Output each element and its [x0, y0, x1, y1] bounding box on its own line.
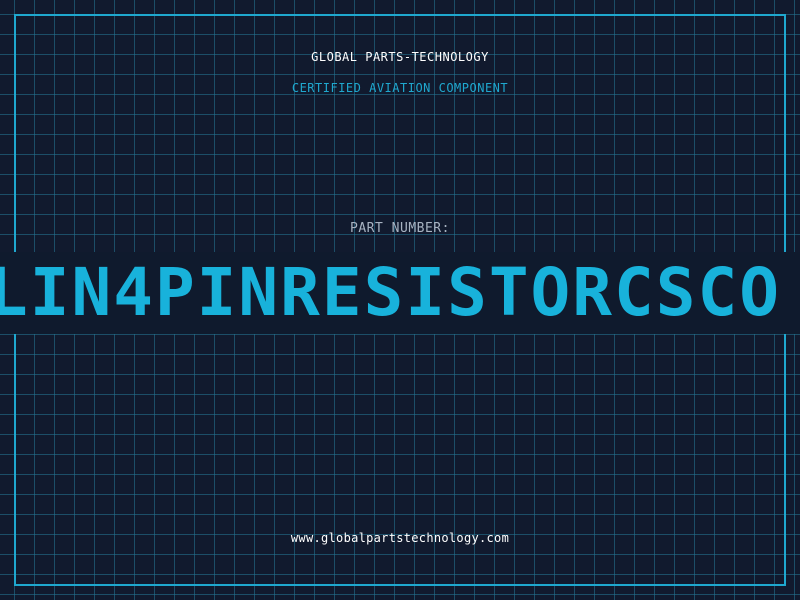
part-number-value: LIN4PINRESISTORCSCO — [0, 254, 781, 331]
part-number-label: PART NUMBER: — [350, 221, 450, 236]
company-name: GLOBAL PARTS-TECHNOLOGY — [311, 50, 489, 64]
tagline: CERTIFIED AVIATION COMPONENT — [291, 81, 509, 95]
website-url: www.globalpartstechnology.com — [290, 531, 510, 545]
part-number-band: LIN4PINRESISTORCSCO — [0, 252, 800, 334]
